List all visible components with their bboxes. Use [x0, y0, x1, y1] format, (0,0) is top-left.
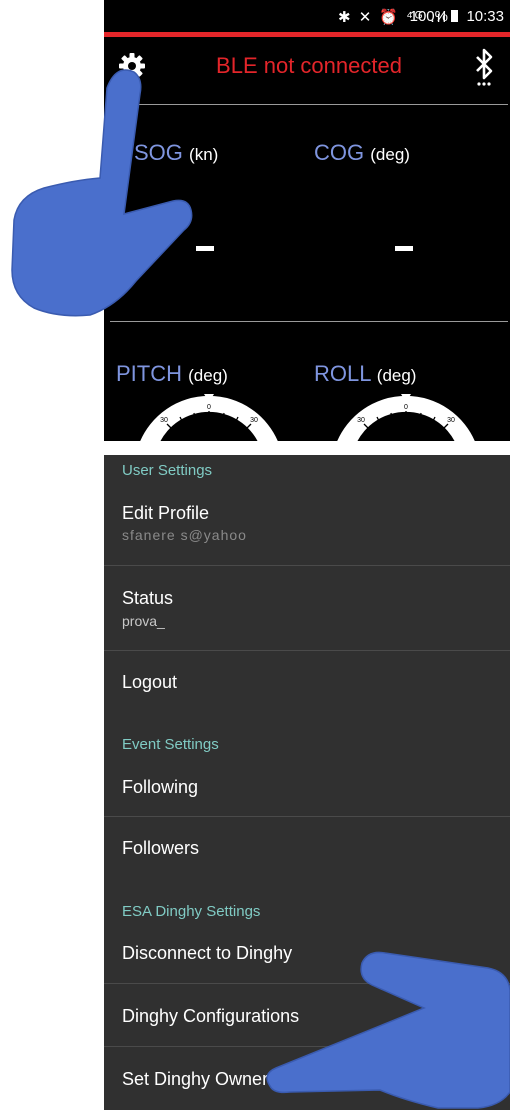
header-divider [110, 104, 508, 105]
top-screenshot: ✱ ✕ ⏰ ⁴ᴳ .ıl 100% 10:33 BLE not connecte… [104, 0, 510, 441]
followers-title: Followers [122, 838, 200, 858]
settings-item-followers[interactable]: Followers [104, 817, 510, 879]
roll-tick-0: 0 [404, 404, 408, 411]
battery-level: 100% [410, 8, 458, 25]
settings-item-logout[interactable]: Logout [104, 651, 510, 715]
pitch-tick-left: 30 [160, 417, 168, 424]
bluetooth-searching-icon[interactable] [473, 48, 497, 88]
pitch-dial: 0 30 30 [140, 394, 278, 441]
pitch-tick-right: 30 [250, 417, 258, 424]
status-value: prova_ [122, 613, 165, 629]
section-header-event-settings: Event Settings [122, 736, 219, 753]
roll-tick-right: 30 [447, 417, 455, 424]
edit-profile-title: Edit Profile [122, 503, 210, 523]
roll-dial: 0 30 30 [337, 394, 475, 441]
settings-screenshot: User Settings Edit Profile sfanere s@yah… [104, 455, 510, 1110]
disconnect-dinghy-title: Disconnect to Dinghy [122, 943, 293, 963]
cog-value [395, 246, 413, 251]
edit-profile-email: sfanere s@yahoo [122, 527, 247, 543]
ble-status-text: BLE not connected [216, 53, 402, 78]
sog-label: SOG (kn) [134, 140, 219, 165]
section-header-esa-dinghy-settings: ESA Dinghy Settings [122, 903, 261, 920]
battery-icon [451, 10, 458, 22]
logout-title: Logout [122, 672, 178, 692]
settings-item-following[interactable]: Following [104, 759, 510, 815]
status-divider [104, 32, 510, 37]
section-header-user-settings: User Settings [122, 462, 213, 479]
metrics-divider [110, 321, 508, 322]
following-title: Following [122, 777, 199, 797]
roll-label: ROLL (deg) [314, 361, 417, 386]
settings-item-edit-profile[interactable]: Edit Profile sfanere s@yahoo [104, 493, 510, 565]
gear-icon[interactable] [118, 52, 146, 80]
status-title: Status [122, 588, 174, 608]
pitch-tick-0: 0 [207, 404, 211, 411]
dinghy-configurations-title: Dinghy Configurations [122, 1006, 300, 1026]
roll-tick-left: 30 [357, 417, 365, 424]
pitch-label: PITCH (deg) [116, 361, 228, 386]
sog-value [196, 246, 214, 251]
settings-item-disconnect-dinghy[interactable]: Disconnect to Dinghy [104, 927, 510, 983]
cog-label: COG (deg) [314, 140, 410, 165]
status-bar: ✱ ✕ ⏰ ⁴ᴳ .ıl 100% 10:33 [104, 0, 510, 32]
settings-item-dinghy-configurations[interactable]: Dinghy Configurations [104, 984, 510, 1046]
settings-item-set-dinghy-owner[interactable]: Set Dinghy Owner [104, 1047, 510, 1110]
clock: 10:33 [466, 8, 504, 25]
settings-item-status[interactable]: Status prova_ [104, 566, 510, 650]
set-dinghy-owner-title: Set Dinghy Owner [122, 1069, 269, 1089]
